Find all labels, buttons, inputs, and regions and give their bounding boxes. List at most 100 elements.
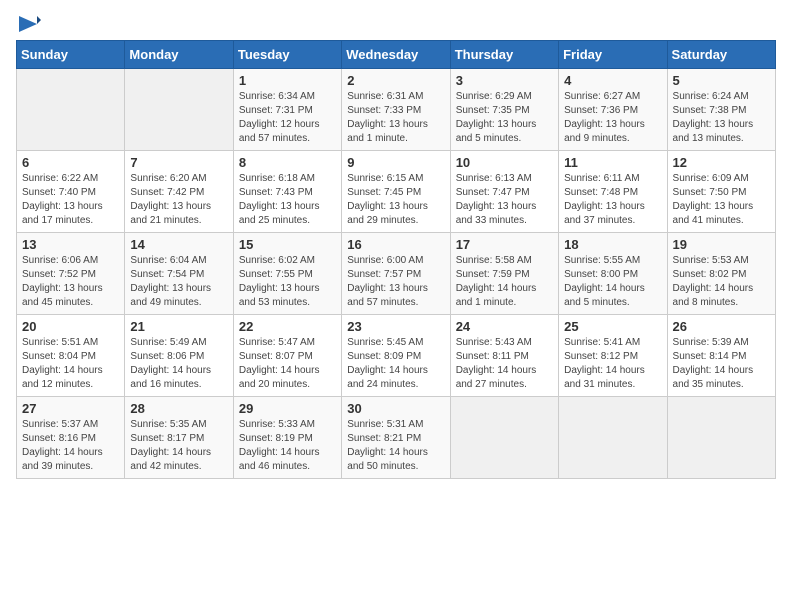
day-info: Sunrise: 6:22 AM Sunset: 7:40 PM Dayligh… xyxy=(22,172,119,228)
calendar-cell: 4 Sunrise: 6:27 AM Sunset: 7:36 PM Daylig… xyxy=(559,69,667,151)
day-number: 1 xyxy=(239,73,336,88)
calendar-cell: 25Sunrise: 5:41 AM Sunset: 8:12 PM Dayli… xyxy=(559,315,667,397)
calendar-cell: 29Sunrise: 5:33 AM Sunset: 8:19 PM Dayli… xyxy=(233,397,341,479)
day-info: Sunrise: 6:00 AM Sunset: 7:57 PM Dayligh… xyxy=(347,254,444,310)
day-number: 26 xyxy=(673,319,770,334)
calendar-cell: 1 Sunrise: 6:34 AM Sunset: 7:31 PM Daylig… xyxy=(233,69,341,151)
calendar-cell: 2 Sunrise: 6:31 AM Sunset: 7:33 PM Daylig… xyxy=(342,69,450,151)
day-number: 5 xyxy=(673,73,770,88)
calendar-cell: 11 Sunrise: 6:11 AM Sunset: 7:48 PM Dayli… xyxy=(559,151,667,233)
day-number: 11 xyxy=(564,155,661,170)
calendar-cell: 28 Sunrise: 5:35 AM Sunset: 8:17 PM Dayli… xyxy=(125,397,233,479)
day-info: Sunrise: 6:09 AM Sunset: 7:50 PM Dayligh… xyxy=(673,172,770,228)
calendar-cell: 8 Sunrise: 6:18 AM Sunset: 7:43 PM Daylig… xyxy=(233,151,341,233)
day-number: 30 xyxy=(347,401,444,416)
logo xyxy=(16,16,41,32)
day-number: 14 xyxy=(130,237,227,252)
calendar-cell: 15 Sunrise: 6:02 AM Sunset: 7:55 PM Dayli… xyxy=(233,233,341,315)
day-number: 16 xyxy=(347,237,444,252)
page-header xyxy=(16,16,776,32)
day-info: Sunrise: 5:37 AM Sunset: 8:16 PM Dayligh… xyxy=(22,418,119,474)
day-info: Sunrise: 6:27 AM Sunset: 7:36 PM Dayligh… xyxy=(564,90,661,146)
day-header-monday: Monday xyxy=(125,41,233,69)
day-info: Sunrise: 6:24 AM Sunset: 7:38 PM Dayligh… xyxy=(673,90,770,146)
day-header-tuesday: Tuesday xyxy=(233,41,341,69)
calendar-cell: 22 Sunrise: 5:47 AM Sunset: 8:07 PM Dayli… xyxy=(233,315,341,397)
day-number: 27 xyxy=(22,401,119,416)
calendar-cell xyxy=(450,397,558,479)
calendar-cell xyxy=(559,397,667,479)
day-number: 19 xyxy=(673,237,770,252)
day-header-wednesday: Wednesday xyxy=(342,41,450,69)
calendar-week-row: 27 Sunrise: 5:37 AM Sunset: 8:16 PM Dayli… xyxy=(17,397,776,479)
day-number: 9 xyxy=(347,155,444,170)
day-info: Sunrise: 6:20 AM Sunset: 7:42 PM Dayligh… xyxy=(130,172,227,228)
calendar-cell: 30 Sunrise: 5:31 AM Sunset: 8:21 PM Dayli… xyxy=(342,397,450,479)
day-info: Sunrise: 5:51 AM Sunset: 8:04 PM Dayligh… xyxy=(22,336,119,392)
day-info: Sunrise: 5:55 AM Sunset: 8:00 PM Dayligh… xyxy=(564,254,661,310)
calendar-cell xyxy=(17,69,125,151)
calendar-week-row: 6Sunrise: 6:22 AM Sunset: 7:40 PM Daylig… xyxy=(17,151,776,233)
day-info: Sunrise: 6:04 AM Sunset: 7:54 PM Dayligh… xyxy=(130,254,227,310)
calendar-cell xyxy=(667,397,775,479)
day-number: 2 xyxy=(347,73,444,88)
calendar-cell: 26 Sunrise: 5:39 AM Sunset: 8:14 PM Dayli… xyxy=(667,315,775,397)
calendar-header-row: SundayMondayTuesdayWednesdayThursdayFrid… xyxy=(17,41,776,69)
calendar-cell: 13Sunrise: 6:06 AM Sunset: 7:52 PM Dayli… xyxy=(17,233,125,315)
day-info: Sunrise: 5:53 AM Sunset: 8:02 PM Dayligh… xyxy=(673,254,770,310)
calendar-cell: 6Sunrise: 6:22 AM Sunset: 7:40 PM Daylig… xyxy=(17,151,125,233)
day-info: Sunrise: 5:58 AM Sunset: 7:59 PM Dayligh… xyxy=(456,254,553,310)
calendar-cell: 9 Sunrise: 6:15 AM Sunset: 7:45 PM Daylig… xyxy=(342,151,450,233)
day-number: 18 xyxy=(564,237,661,252)
day-number: 4 xyxy=(564,73,661,88)
day-number: 13 xyxy=(22,237,119,252)
day-info: Sunrise: 6:11 AM Sunset: 7:48 PM Dayligh… xyxy=(564,172,661,228)
calendar-cell: 18 Sunrise: 5:55 AM Sunset: 8:00 PM Dayli… xyxy=(559,233,667,315)
calendar-cell: 5 Sunrise: 6:24 AM Sunset: 7:38 PM Daylig… xyxy=(667,69,775,151)
day-info: Sunrise: 6:29 AM Sunset: 7:35 PM Dayligh… xyxy=(456,90,553,146)
day-info: Sunrise: 6:13 AM Sunset: 7:47 PM Dayligh… xyxy=(456,172,553,228)
day-info: Sunrise: 5:35 AM Sunset: 8:17 PM Dayligh… xyxy=(130,418,227,474)
calendar-cell: 19 Sunrise: 5:53 AM Sunset: 8:02 PM Dayli… xyxy=(667,233,775,315)
day-info: Sunrise: 5:39 AM Sunset: 8:14 PM Dayligh… xyxy=(673,336,770,392)
day-number: 28 xyxy=(130,401,227,416)
day-info: Sunrise: 5:41 AM Sunset: 8:12 PM Dayligh… xyxy=(564,336,661,392)
day-header-sunday: Sunday xyxy=(17,41,125,69)
calendar-week-row: 20Sunrise: 5:51 AM Sunset: 8:04 PM Dayli… xyxy=(17,315,776,397)
day-info: Sunrise: 6:18 AM Sunset: 7:43 PM Dayligh… xyxy=(239,172,336,228)
calendar-week-row: 13Sunrise: 6:06 AM Sunset: 7:52 PM Dayli… xyxy=(17,233,776,315)
calendar-cell: 21Sunrise: 5:49 AM Sunset: 8:06 PM Dayli… xyxy=(125,315,233,397)
day-number: 12 xyxy=(673,155,770,170)
day-header-saturday: Saturday xyxy=(667,41,775,69)
day-number: 15 xyxy=(239,237,336,252)
day-info: Sunrise: 6:31 AM Sunset: 7:33 PM Dayligh… xyxy=(347,90,444,146)
day-number: 24 xyxy=(456,319,553,334)
calendar-cell: 12 Sunrise: 6:09 AM Sunset: 7:50 PM Dayli… xyxy=(667,151,775,233)
day-info: Sunrise: 5:47 AM Sunset: 8:07 PM Dayligh… xyxy=(239,336,336,392)
day-number: 22 xyxy=(239,319,336,334)
day-info: Sunrise: 6:15 AM Sunset: 7:45 PM Dayligh… xyxy=(347,172,444,228)
calendar-cell: 20Sunrise: 5:51 AM Sunset: 8:04 PM Dayli… xyxy=(17,315,125,397)
calendar-cell: 27 Sunrise: 5:37 AM Sunset: 8:16 PM Dayli… xyxy=(17,397,125,479)
day-number: 7 xyxy=(130,155,227,170)
day-number: 17 xyxy=(456,237,553,252)
day-number: 29 xyxy=(239,401,336,416)
calendar-cell: 16 Sunrise: 6:00 AM Sunset: 7:57 PM Dayli… xyxy=(342,233,450,315)
day-number: 23 xyxy=(347,319,444,334)
calendar-cell: 3Sunrise: 6:29 AM Sunset: 7:35 PM Daylig… xyxy=(450,69,558,151)
calendar-cell: 14 Sunrise: 6:04 AM Sunset: 7:54 PM Dayli… xyxy=(125,233,233,315)
day-info: Sunrise: 6:02 AM Sunset: 7:55 PM Dayligh… xyxy=(239,254,336,310)
day-info: Sunrise: 5:43 AM Sunset: 8:11 PM Dayligh… xyxy=(456,336,553,392)
day-info: Sunrise: 5:31 AM Sunset: 8:21 PM Dayligh… xyxy=(347,418,444,474)
day-number: 10 xyxy=(456,155,553,170)
calendar-cell: 23 Sunrise: 5:45 AM Sunset: 8:09 PM Dayli… xyxy=(342,315,450,397)
day-number: 8 xyxy=(239,155,336,170)
calendar-cell: 7 Sunrise: 6:20 AM Sunset: 7:42 PM Daylig… xyxy=(125,151,233,233)
calendar-week-row: 1 Sunrise: 6:34 AM Sunset: 7:31 PM Daylig… xyxy=(17,69,776,151)
calendar-cell: 24 Sunrise: 5:43 AM Sunset: 8:11 PM Dayli… xyxy=(450,315,558,397)
day-info: Sunrise: 5:45 AM Sunset: 8:09 PM Dayligh… xyxy=(347,336,444,392)
day-info: Sunrise: 6:34 AM Sunset: 7:31 PM Dayligh… xyxy=(239,90,336,146)
calendar-cell: 17 Sunrise: 5:58 AM Sunset: 7:59 PM Dayli… xyxy=(450,233,558,315)
day-header-friday: Friday xyxy=(559,41,667,69)
calendar-cell: 10 Sunrise: 6:13 AM Sunset: 7:47 PM Dayli… xyxy=(450,151,558,233)
